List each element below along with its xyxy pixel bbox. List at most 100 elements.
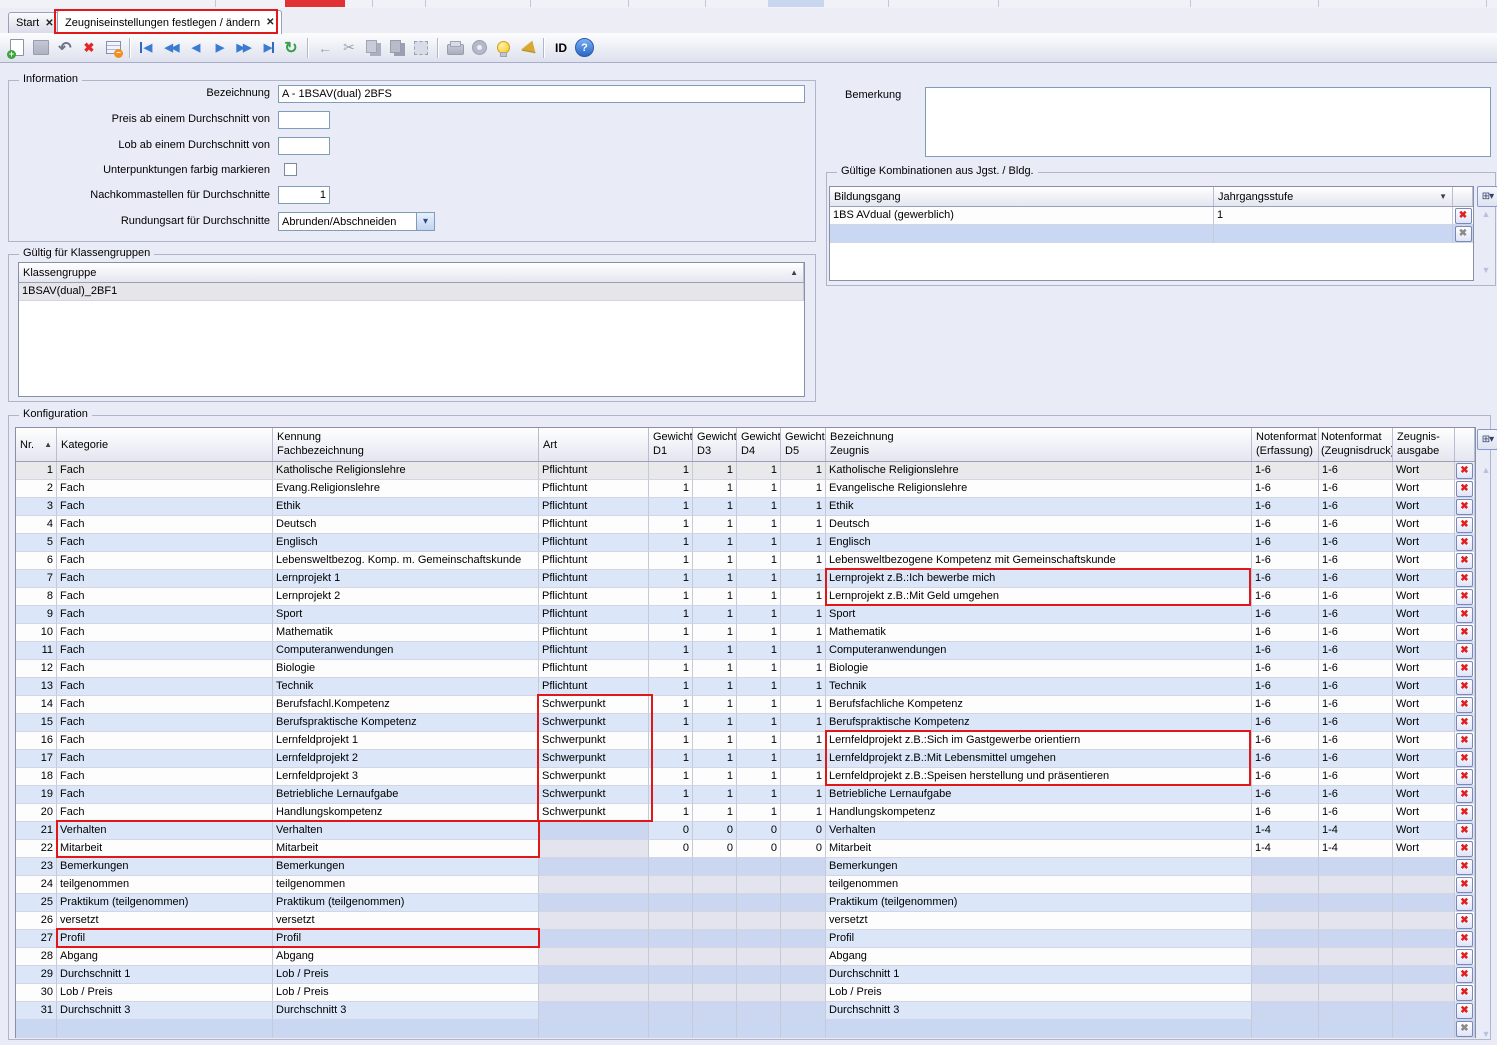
cell-bezeichnung-zeugnis[interactable]: Lernfeldprojekt z.B.:Mit Lebensmittel um… [826,750,1252,768]
first-record-icon[interactable]: ◀ [136,37,158,59]
cell-notenformat-zeugnisdruck[interactable]: 1-6 [1319,480,1393,498]
cell-zeugnisausgabe[interactable]: Wort [1393,732,1455,750]
selection-icon[interactable] [410,37,432,59]
cell-gewicht-d3[interactable]: 1 [693,768,737,786]
cell-kategorie[interactable]: Fach [57,588,273,606]
delete-row-button[interactable]: ✖ [1456,607,1473,623]
cell-gewicht-d1[interactable]: 1 [649,714,693,732]
cell-kategorie[interactable]: Fach [57,570,273,588]
cell-bezeichnung-zeugnis[interactable]: Berufspraktische Kompetenz [826,714,1252,732]
cell-kategorie[interactable]: Fach [57,624,273,642]
cell-kategorie[interactable]: teilgenommen [57,876,273,894]
cell-notenformat-erfassung[interactable]: 1-6 [1252,570,1319,588]
cell-gewicht-d5[interactable]: 1 [781,606,826,624]
konfiguration-row[interactable]: 18 Fach Lernfeldprojekt 3 Schwerpunkt 1 … [16,768,1475,786]
cell-kennung[interactable]: Computeranwendungen [273,642,539,660]
cell-kennung[interactable]: Lebensweltbezog. Komp. m. Gemeinschaftsk… [273,552,539,570]
cell-art[interactable]: Pflichtunt [539,660,649,678]
konfiguration-row[interactable]: 31 Durchschnitt 3 Durchschnitt 3 Durchsc… [16,1002,1475,1020]
cell-art[interactable]: Schwerpunkt [539,786,649,804]
cell-nr[interactable]: 2 [16,480,57,498]
cell-notenformat-erfassung[interactable] [1252,948,1319,966]
cell-gewicht-d5[interactable]: 0 [781,822,826,840]
konfiguration-row[interactable]: 5 Fach Englisch Pflichtunt 1 1 1 1 Engli… [16,534,1475,552]
cell-gewicht-d1[interactable] [649,894,693,912]
cell-zeugnisausgabe[interactable]: Wort [1393,606,1455,624]
cell-nr[interactable]: 6 [16,552,57,570]
cell-zeugnisausgabe[interactable]: Wort [1393,714,1455,732]
cell-gewicht-d1[interactable]: 1 [649,804,693,822]
delete-row-button[interactable]: ✖ [1456,859,1473,875]
cell-bezeichnung-zeugnis[interactable]: Lernprojekt z.B.:Mit Geld umgehen [826,588,1252,606]
cell-notenformat-zeugnisdruck[interactable]: 1-6 [1319,804,1393,822]
cell-notenformat-zeugnisdruck[interactable]: 1-6 [1319,462,1393,480]
konfiguration-row[interactable]: 9 Fach Sport Pflichtunt 1 1 1 1 Sport 1-… [16,606,1475,624]
cell-notenformat-zeugnisdruck[interactable] [1319,1002,1393,1020]
cell-nr[interactable]: 25 [16,894,57,912]
cell-zeugnisausgabe[interactable] [1393,1020,1455,1038]
copy-icon[interactable] [362,37,384,59]
cell-kennung[interactable]: Berufsfachl.Kompetenz [273,696,539,714]
cell-kennung[interactable]: Sport [273,606,539,624]
cell-gewicht-d4[interactable]: 1 [737,480,781,498]
cell-kennung[interactable]: Lernfeldprojekt 1 [273,732,539,750]
cell-art[interactable]: Pflichtunt [539,606,649,624]
undo-icon[interactable]: ↶ [54,37,76,59]
cell-nr[interactable]: 5 [16,534,57,552]
cell-kategorie[interactable]: Fach [57,786,273,804]
cell-gewicht-d1[interactable]: 1 [649,498,693,516]
bell-icon[interactable] [516,37,538,59]
cell-art[interactable]: Schwerpunkt [539,732,649,750]
cell-zeugnisausgabe[interactable]: Wort [1393,750,1455,768]
cell-zeugnisausgabe[interactable]: Wort [1393,840,1455,858]
cell-bezeichnung-zeugnis[interactable]: Abgang [826,948,1252,966]
cell-gewicht-d3[interactable]: 0 [693,840,737,858]
cell-nr[interactable]: 19 [16,786,57,804]
cell-notenformat-erfassung[interactable]: 1-6 [1252,750,1319,768]
paste-icon[interactable] [386,37,408,59]
konfiguration-row[interactable]: 4 Fach Deutsch Pflichtunt 1 1 1 1 Deutsc… [16,516,1475,534]
cell-bildungsgang[interactable]: 1BS AVdual (gewerblich) [830,207,1214,225]
cell-gewicht-d1[interactable]: 1 [649,588,693,606]
cell-nr[interactable]: 8 [16,588,57,606]
column-header-gewicht-d5[interactable]: Gewicht D5 [781,428,826,461]
cell-bezeichnung-zeugnis[interactable]: Lebensweltbezogene Kompetenz mit Gemeins… [826,552,1252,570]
bemerkung-textarea[interactable] [925,87,1491,157]
cell-gewicht-d4[interactable] [737,858,781,876]
cell-notenformat-erfassung[interactable] [1252,876,1319,894]
cell-nr[interactable] [16,1020,57,1038]
field-chooser-button[interactable]: ⊞▾ [1477,429,1497,450]
cell-notenformat-zeugnisdruck[interactable]: 1-6 [1319,534,1393,552]
cell-zeugnisausgabe[interactable]: Wort [1393,588,1455,606]
cell-kennung[interactable]: Ethik [273,498,539,516]
scroll-down-icon[interactable]: ▼ [1477,262,1495,277]
cell-art[interactable]: Pflichtunt [539,534,649,552]
cell-zeugnisausgabe[interactable]: Wort [1393,696,1455,714]
delete-record-icon[interactable]: ✖ [78,37,100,59]
cell-gewicht-d1[interactable]: 1 [649,534,693,552]
cell-bezeichnung-zeugnis[interactable]: versetzt [826,912,1252,930]
konfiguration-row[interactable]: 26 versetzt versetzt versetzt ✖ [16,912,1475,930]
konfiguration-row[interactable]: 12 Fach Biologie Pflichtunt 1 1 1 1 Biol… [16,660,1475,678]
delete-row-button[interactable]: ✖ [1456,751,1473,767]
delete-row-button[interactable]: ✖ [1456,841,1473,857]
cell-gewicht-d4[interactable] [737,1002,781,1020]
cell-kennung[interactable]: Lernfeldprojekt 2 [273,750,539,768]
cell-kennung[interactable]: Durchschnitt 3 [273,1002,539,1020]
delete-row-button[interactable]: ✖ [1456,787,1473,803]
cell-zeugnisausgabe[interactable]: Wort [1393,570,1455,588]
cell-kategorie[interactable]: Fach [57,696,273,714]
sort-desc-icon[interactable]: ▼ [1439,190,1447,204]
cell-art[interactable] [539,1002,649,1020]
cell-bezeichnung-zeugnis[interactable]: Sport [826,606,1252,624]
cell-art[interactable] [539,930,649,948]
cell-kennung[interactable]: Katholische Religionslehre [273,462,539,480]
cell-art[interactable] [539,894,649,912]
cell-notenformat-zeugnisdruck[interactable]: 1-6 [1319,642,1393,660]
cell-notenformat-zeugnisdruck[interactable]: 1-6 [1319,588,1393,606]
cell-gewicht-d1[interactable] [649,948,693,966]
delete-row-button[interactable]: ✖ [1456,913,1473,929]
cell-nr[interactable]: 28 [16,948,57,966]
cell-notenformat-zeugnisdruck[interactable]: 1-6 [1319,570,1393,588]
cell-nr[interactable]: 22 [16,840,57,858]
